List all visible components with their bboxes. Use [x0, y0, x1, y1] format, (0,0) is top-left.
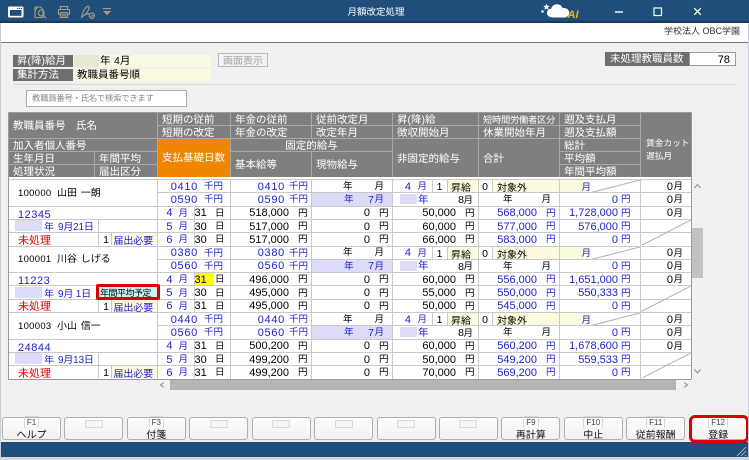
svg-text:AI: AI [567, 9, 580, 21]
